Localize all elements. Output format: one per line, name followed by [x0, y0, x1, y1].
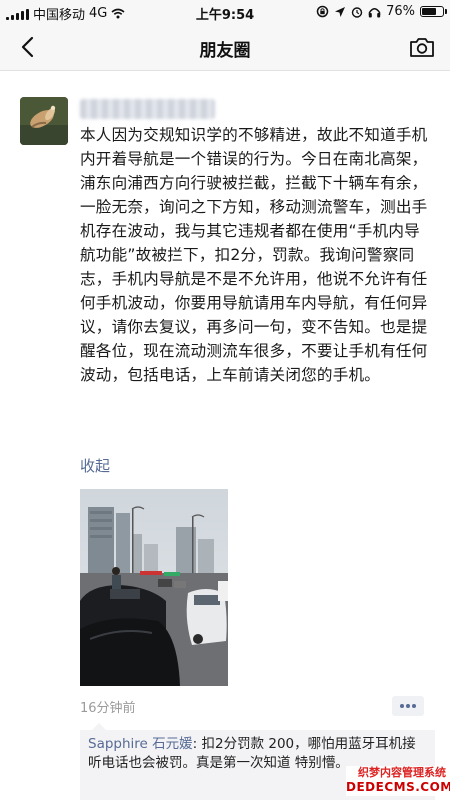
- battery-percent: 76%: [386, 4, 415, 19]
- battery-fill: [422, 8, 437, 15]
- status-right: 76%: [316, 4, 447, 19]
- avatar[interactable]: [20, 97, 68, 145]
- post-timestamp: 16分钟前: [80, 701, 136, 716]
- post-text: 本人因为交规知识学的不够精进，故此不知道手机内开着导航是一个错误的行为。今日在南…: [80, 126, 428, 384]
- moments-screen: 中国移动 4G 上午9:54 76% 朋友圈 本人因为交规知识学的不够精进，故此…: [0, 0, 450, 800]
- avatar-image: [20, 97, 68, 145]
- alarm-icon: [351, 6, 363, 18]
- nav-bar: 朋友圈: [0, 24, 450, 71]
- username-blurred[interactable]: [80, 99, 215, 119]
- page-title: 朋友圈: [199, 41, 251, 61]
- status-bar: 中国移动 4G 上午9:54 76%: [0, 0, 450, 24]
- location-icon: [335, 6, 346, 17]
- dot-icon: [406, 704, 410, 708]
- watermark: 织梦内容管理系统 DEDECMS.COM: [346, 766, 450, 796]
- watermark-line1: 织梦内容管理系统: [358, 766, 446, 779]
- dot-icon: [400, 704, 404, 708]
- camera-icon[interactable]: [408, 34, 436, 60]
- dot-icon: [412, 704, 416, 708]
- comment-author[interactable]: Sapphire 石元媛: [88, 736, 193, 752]
- moments-feed: 本人因为交规知识学的不够精进，故此不知道手机内开着导航是一个错误的行为。今日在南…: [0, 71, 450, 800]
- post-photo[interactable]: [80, 489, 228, 686]
- traffic-photo-image: [80, 489, 228, 686]
- headphones-icon: [368, 7, 381, 17]
- battery-icon: [420, 6, 447, 17]
- screen-lock-icon: [316, 5, 329, 18]
- collapse-link[interactable]: 收起: [80, 455, 110, 476]
- watermark-line2: DEDECMS.COM: [346, 780, 450, 794]
- more-actions-button[interactable]: [392, 696, 424, 716]
